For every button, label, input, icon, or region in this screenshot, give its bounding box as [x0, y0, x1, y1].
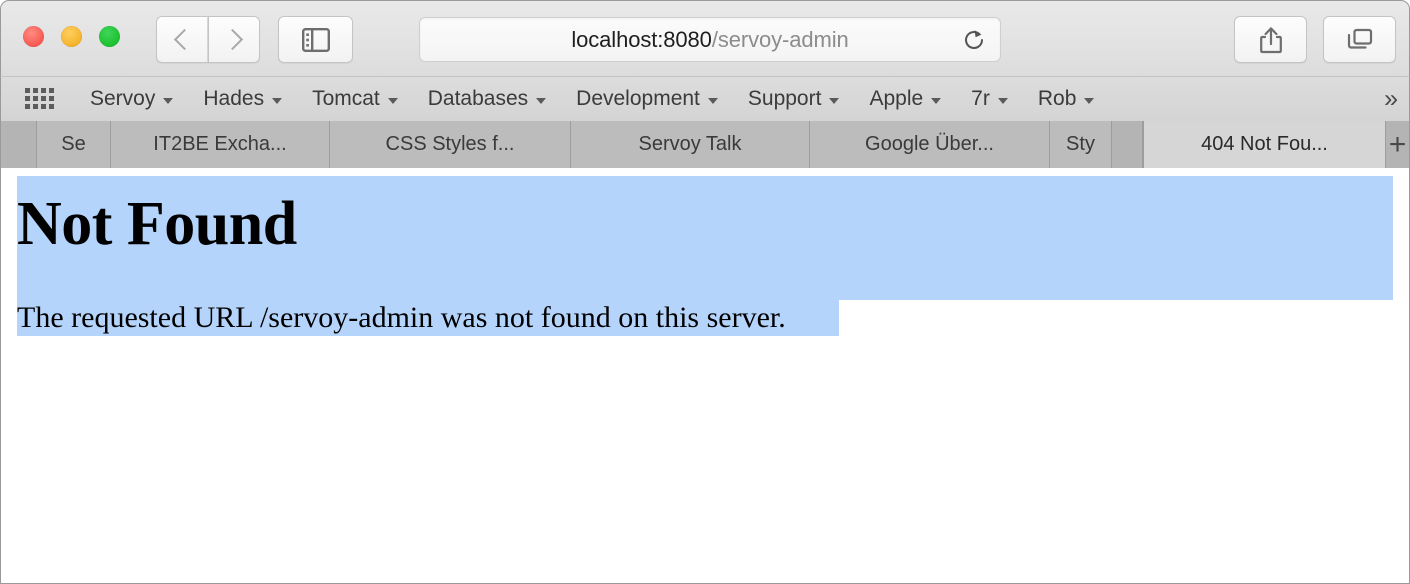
heading-selection-highlight: Not Found: [17, 176, 1393, 300]
tabs-overview-icon: [1347, 28, 1372, 49]
bookmark-label: Databases: [427, 87, 529, 110]
new-tab-button[interactable]: +: [1386, 121, 1409, 168]
tab-label: Sty: [1066, 133, 1095, 155]
tab-label: Se: [61, 133, 86, 155]
tab-servoy-talk[interactable]: Servoy Talk: [571, 121, 810, 168]
back-button[interactable]: [156, 16, 208, 63]
chevron-down-icon: [387, 97, 398, 104]
sidebar-icon: [301, 27, 330, 52]
chevron-down-icon: [707, 97, 718, 104]
favorites-grid-icon[interactable]: [25, 88, 55, 110]
minimize-window-button[interactable]: [61, 26, 82, 47]
plus-icon: +: [1388, 127, 1407, 161]
tab-label: CSS Styles f...: [385, 133, 515, 155]
url-text: localhost:8080/servoy-admin: [571, 27, 848, 53]
url-path: /servoy-admin: [711, 26, 849, 52]
tab-label: IT2BE Excha...: [153, 133, 287, 155]
chevron-down-icon: [997, 97, 1008, 104]
bookmark-label: Apple: [869, 87, 924, 110]
bookmark-label: Support: [747, 87, 822, 110]
chevron-down-icon: [1084, 97, 1095, 104]
forward-button[interactable]: [208, 16, 260, 63]
error-message: The requested URL /servoy-admin was not …: [17, 301, 786, 334]
tab-css-styles[interactable]: CSS Styles f...: [330, 121, 571, 168]
bookmark-7r[interactable]: 7r: [956, 87, 1023, 111]
chevron-left-icon: [173, 28, 195, 51]
bookmark-label: Servoy: [90, 87, 156, 110]
error-page: Not Found The requested URL /servoy-admi…: [1, 168, 1409, 583]
tab-label: 404 Not Fou...: [1201, 133, 1328, 155]
window-controls: [23, 26, 120, 47]
page-viewport: Not Found The requested URL /servoy-admi…: [0, 168, 1410, 584]
bookmark-support[interactable]: Support: [733, 87, 855, 111]
chevron-down-icon: [829, 97, 840, 104]
tab-google-uber[interactable]: Google Über...: [810, 121, 1050, 168]
bookmark-tomcat[interactable]: Tomcat: [297, 87, 413, 111]
bookmark-label: Tomcat: [312, 87, 380, 110]
bookmark-rob[interactable]: Rob: [1023, 87, 1110, 111]
tab-bar: Se IT2BE Excha... CSS Styles f... Servoy…: [0, 121, 1410, 168]
browser-window: localhost:8080/servoy-admin Servoy Hades…: [0, 0, 1410, 584]
tab-sty[interactable]: Sty: [1050, 121, 1112, 168]
bookmark-hades[interactable]: Hades: [188, 87, 297, 111]
reload-icon: [965, 29, 983, 49]
page-title: Not Found: [17, 190, 297, 258]
zoom-window-button[interactable]: [99, 26, 120, 47]
bookmark-label: Development: [576, 87, 700, 110]
chevron-down-icon: [163, 97, 174, 104]
sidebar-toggle-button[interactable]: [278, 16, 353, 63]
bookmarks-overflow-button[interactable]: »: [1384, 85, 1398, 114]
close-window-button[interactable]: [23, 26, 44, 47]
tab-clipped-left[interactable]: [1, 121, 37, 168]
chevron-down-icon: [931, 97, 942, 104]
tab-label: Servoy Talk: [638, 133, 742, 155]
address-bar[interactable]: localhost:8080/servoy-admin: [419, 17, 1001, 62]
tab-label: Google Über...: [865, 133, 994, 155]
tab-clipped-right[interactable]: [1112, 121, 1143, 168]
share-icon: [1259, 26, 1282, 53]
bookmark-development[interactable]: Development: [561, 87, 733, 111]
bookmarks-bar: Servoy Hades Tomcat Databases Developmen…: [0, 76, 1410, 121]
chevron-down-icon: [272, 97, 283, 104]
url-host: localhost:8080: [571, 26, 712, 52]
tab-404-not-found[interactable]: 404 Not Fou...: [1143, 121, 1386, 168]
share-button[interactable]: [1234, 16, 1307, 63]
tab-overview-button[interactable]: [1323, 16, 1396, 63]
reload-button[interactable]: [962, 28, 986, 52]
tab-se[interactable]: Se: [37, 121, 111, 168]
bookmark-servoy[interactable]: Servoy: [75, 87, 188, 111]
bookmark-label: Hades: [203, 87, 265, 110]
tab-it2be-exchange[interactable]: IT2BE Excha...: [111, 121, 330, 168]
bookmark-apple[interactable]: Apple: [854, 87, 956, 111]
chevron-down-icon: [536, 97, 547, 104]
bookmark-label: Rob: [1037, 87, 1077, 110]
chevron-right-icon: [221, 28, 243, 51]
browser-toolbar: localhost:8080/servoy-admin: [0, 0, 1410, 76]
body-selection-highlight: The requested URL /servoy-admin was not …: [17, 300, 839, 336]
bookmark-label: 7r: [971, 87, 990, 110]
bookmark-databases[interactable]: Databases: [413, 87, 561, 111]
